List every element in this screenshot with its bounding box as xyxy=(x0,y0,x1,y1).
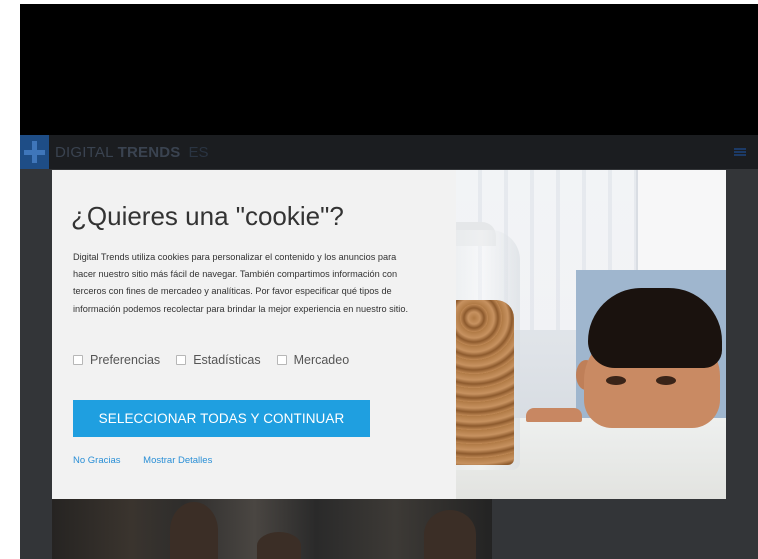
option-label: Estadísticas xyxy=(193,353,261,367)
modal-title: ¿Quieres una "cookie"? xyxy=(71,201,344,231)
estadisticas-checkbox[interactable] xyxy=(176,355,187,365)
cookie-jar-boy-image xyxy=(456,170,726,499)
option-estadisticas[interactable]: Estadísticas xyxy=(176,353,261,367)
option-label: Preferencias xyxy=(90,353,161,367)
select-all-continue-button[interactable]: SELECCIONAR TODAS Y CONTINUAR xyxy=(73,400,370,437)
option-label: Mercadeo xyxy=(293,353,350,367)
browser-viewport: DIGITAL TRENDS ES ¿Quieres una "cookie"? … xyxy=(20,4,758,559)
cookie-consent-modal: ¿Quieres una "cookie"? Digital Trends ut… xyxy=(52,170,726,499)
show-details-link[interactable]: Mostrar Detalles xyxy=(143,455,212,466)
option-mercadeo[interactable]: Mercadeo xyxy=(276,353,350,367)
decline-link[interactable]: No Gracias xyxy=(73,455,121,466)
option-preferencias[interactable]: Preferencias xyxy=(73,353,160,367)
modal-description: Digital Trends utiliza cookies para pers… xyxy=(73,252,409,314)
modal-content: ¿Quieres una "cookie"? Digital Trends ut… xyxy=(52,170,456,499)
background-article-photo xyxy=(52,494,492,559)
hamburger-menu-icon[interactable] xyxy=(734,148,746,157)
cookie-options: Preferencias Estadísticas Mercadeo xyxy=(73,353,365,367)
mercadeo-checkbox[interactable] xyxy=(276,355,287,365)
brand-light-text: DIGITAL xyxy=(55,143,114,161)
preferencias-checkbox[interactable] xyxy=(73,355,83,365)
site-brand[interactable]: DIGITAL TRENDS xyxy=(55,144,181,161)
brand-bold-text: TRENDS xyxy=(117,143,181,161)
site-navbar: DIGITAL TRENDS ES xyxy=(20,135,758,169)
modal-links: No Gracias Mostrar Detalles xyxy=(73,455,232,466)
language-badge[interactable]: ES xyxy=(189,144,209,161)
plus-logo-icon[interactable] xyxy=(20,135,49,169)
